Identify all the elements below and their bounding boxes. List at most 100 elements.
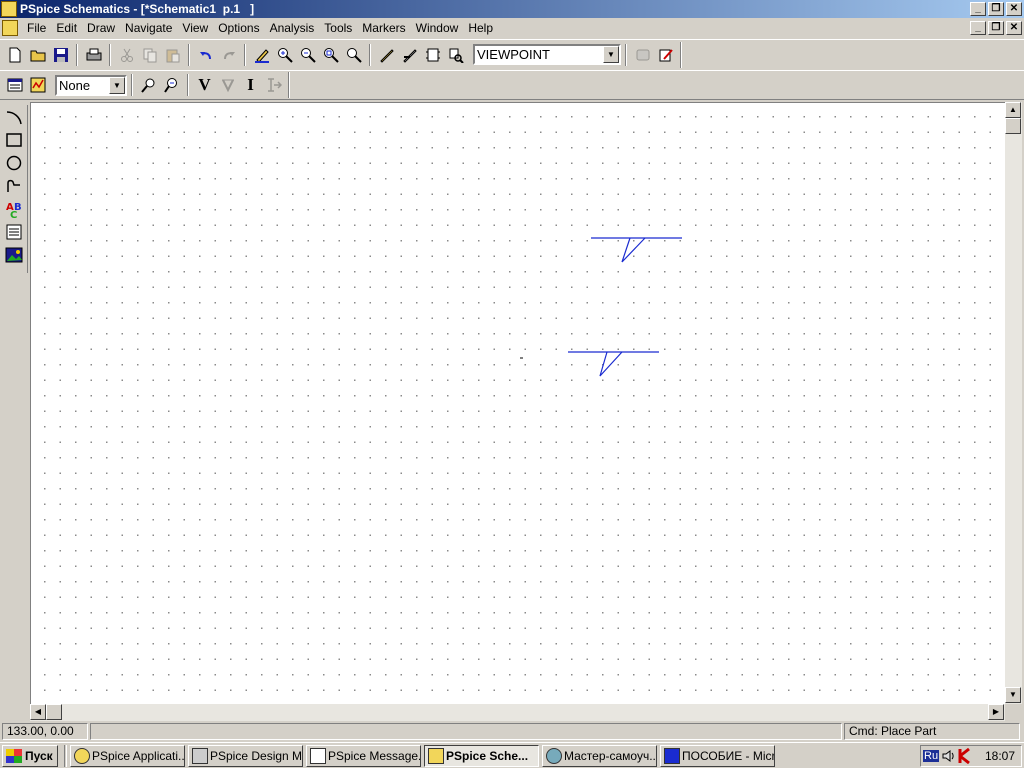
- cut-icon[interactable]: [115, 44, 138, 66]
- probe-icon[interactable]: [137, 74, 160, 96]
- minimize-button[interactable]: _: [970, 2, 986, 16]
- start-button[interactable]: Пуск: [2, 744, 58, 767]
- current-marker-button[interactable]: I: [239, 74, 262, 96]
- status-bar: 133.00, 0.00 Cmd: Place Part: [0, 722, 1024, 741]
- language-indicator[interactable]: Ru: [923, 749, 940, 762]
- menu-view[interactable]: View: [177, 19, 213, 37]
- menu-markers[interactable]: Markers: [357, 19, 410, 37]
- vertical-scroll-thumb[interactable]: [1005, 118, 1021, 134]
- open-folder-icon[interactable]: [26, 44, 49, 66]
- doc-close-button[interactable]: ✕: [1006, 21, 1022, 35]
- maximize-button[interactable]: ❐: [988, 2, 1004, 16]
- taskbar: Пуск PSpice Applicati... PSpice Design M…: [0, 742, 1024, 768]
- secondary-toolbar: None ▼ V I: [0, 70, 1024, 100]
- horizontal-scrollbar[interactable]: ◀ ▶: [30, 704, 1005, 721]
- taskbar-item-pspice-applications[interactable]: PSpice Applicati...: [70, 744, 185, 767]
- schematic-canvas[interactable]: [30, 102, 1005, 704]
- zoom-fit-icon[interactable]: [342, 44, 365, 66]
- ground-symbol[interactable]: [591, 237, 682, 263]
- simulate-icon[interactable]: [26, 74, 49, 96]
- draw-block-icon[interactable]: [421, 44, 444, 66]
- document-icon[interactable]: [2, 20, 18, 36]
- taskbar-item-pspice-design-manager[interactable]: PSpice Design M...: [188, 744, 303, 767]
- windows-logo-icon: [6, 748, 22, 763]
- doc-minimize-button[interactable]: _: [970, 21, 986, 35]
- speaker-icon[interactable]: [941, 748, 957, 764]
- menu-window[interactable]: Window: [411, 19, 464, 37]
- menu-edit[interactable]: Edit: [51, 19, 82, 37]
- task-label: PSpice Message...: [328, 748, 421, 763]
- word-icon: [664, 747, 680, 764]
- edit-symbol-icon[interactable]: [631, 44, 654, 66]
- chevron-down-icon[interactable]: ▼: [109, 76, 125, 94]
- part-name-value: VIEWPOINT: [477, 47, 550, 62]
- taskbar-item-word-document[interactable]: ПОСОБИЕ - Micr...: [660, 744, 775, 767]
- antivirus-icon[interactable]: [957, 747, 973, 764]
- doc-restore-button[interactable]: ❐: [988, 21, 1004, 35]
- probe-search-icon[interactable]: [160, 74, 183, 96]
- draw-circle-icon[interactable]: [2, 152, 26, 174]
- horizontal-scroll-thumb[interactable]: [46, 704, 62, 720]
- edit-attributes-icon[interactable]: [654, 44, 677, 66]
- new-file-icon[interactable]: [3, 44, 26, 66]
- part-name-combo[interactable]: VIEWPOINT ▼: [473, 44, 621, 65]
- voltage-marker-label: V: [198, 75, 211, 94]
- app-icon: [192, 747, 208, 764]
- scroll-right-button[interactable]: ▶: [988, 704, 1004, 720]
- draw-arc-icon[interactable]: [2, 106, 26, 128]
- zoom-area-icon[interactable]: [319, 44, 342, 66]
- status-message: [90, 723, 842, 740]
- style-combo[interactable]: None ▼: [55, 74, 127, 96]
- menu-bar: File Edit Draw Navigate View Options Ana…: [0, 18, 1024, 38]
- menu-file[interactable]: File: [22, 19, 51, 37]
- menu-navigate[interactable]: Navigate: [120, 19, 177, 37]
- draw-box-icon[interactable]: [2, 129, 26, 151]
- menu-help[interactable]: Help: [463, 19, 498, 37]
- paste-icon[interactable]: [161, 44, 184, 66]
- menu-tools[interactable]: Tools: [319, 19, 357, 37]
- start-label: Пуск: [25, 748, 53, 763]
- taskbar-item-pspice-message-viewer[interactable]: PSpice Message...: [306, 744, 421, 767]
- taskbar-item-master-tutorial[interactable]: Мастер-самоуч...: [542, 744, 657, 767]
- save-icon[interactable]: [49, 44, 72, 66]
- setup-analysis-icon[interactable]: [3, 74, 26, 96]
- style-combo-value: None: [59, 77, 91, 93]
- redraw-icon[interactable]: [250, 44, 273, 66]
- print-icon[interactable]: [82, 44, 105, 66]
- get-part-icon[interactable]: [444, 44, 467, 66]
- drawing-palette: ABC: [0, 105, 28, 273]
- ground-symbol[interactable]: [568, 351, 659, 377]
- app-icon[interactable]: [1, 1, 17, 17]
- redo-icon[interactable]: [217, 44, 240, 66]
- voltage-marker-button[interactable]: V: [193, 74, 216, 96]
- draw-polyline-icon[interactable]: [2, 175, 26, 197]
- menu-draw[interactable]: Draw: [82, 19, 120, 37]
- menu-analysis[interactable]: Analysis: [265, 19, 320, 37]
- vertical-scrollbar[interactable]: ▲ ▼: [1005, 102, 1022, 704]
- clock: 18:07: [984, 748, 1015, 763]
- scroll-left-button[interactable]: ◀: [30, 704, 46, 720]
- app-icon: [310, 747, 326, 764]
- chevron-down-icon[interactable]: ▼: [603, 46, 619, 63]
- main-toolbar: VIEWPOINT ▼: [0, 39, 1024, 69]
- zoom-in-icon[interactable]: [273, 44, 296, 66]
- scroll-down-button[interactable]: ▼: [1005, 687, 1021, 703]
- app-icon: [428, 747, 444, 764]
- text-style-icon[interactable]: ABC: [2, 198, 26, 220]
- title-bar: PSpice Schematics - [*Schematic1 p.1 ] _…: [0, 0, 1024, 18]
- insert-picture-icon[interactable]: [2, 244, 26, 266]
- menu-options[interactable]: Options: [213, 19, 264, 37]
- undo-icon[interactable]: [194, 44, 217, 66]
- current-into-pin-icon[interactable]: [262, 74, 285, 96]
- draw-bus-icon[interactable]: [398, 44, 421, 66]
- scroll-up-button[interactable]: ▲: [1005, 102, 1021, 118]
- taskbar-item-pspice-schematics[interactable]: PSpice Sche...: [424, 744, 539, 767]
- task-label: ПОСОБИЕ - Micr...: [682, 748, 775, 763]
- text-box-icon[interactable]: [2, 221, 26, 243]
- close-button[interactable]: ✕: [1006, 2, 1022, 16]
- voltage-diff-marker-icon[interactable]: [216, 74, 239, 96]
- zoom-out-icon[interactable]: [296, 44, 319, 66]
- draw-wire-icon[interactable]: [375, 44, 398, 66]
- task-label: PSpice Sche...: [446, 748, 529, 763]
- copy-icon[interactable]: [138, 44, 161, 66]
